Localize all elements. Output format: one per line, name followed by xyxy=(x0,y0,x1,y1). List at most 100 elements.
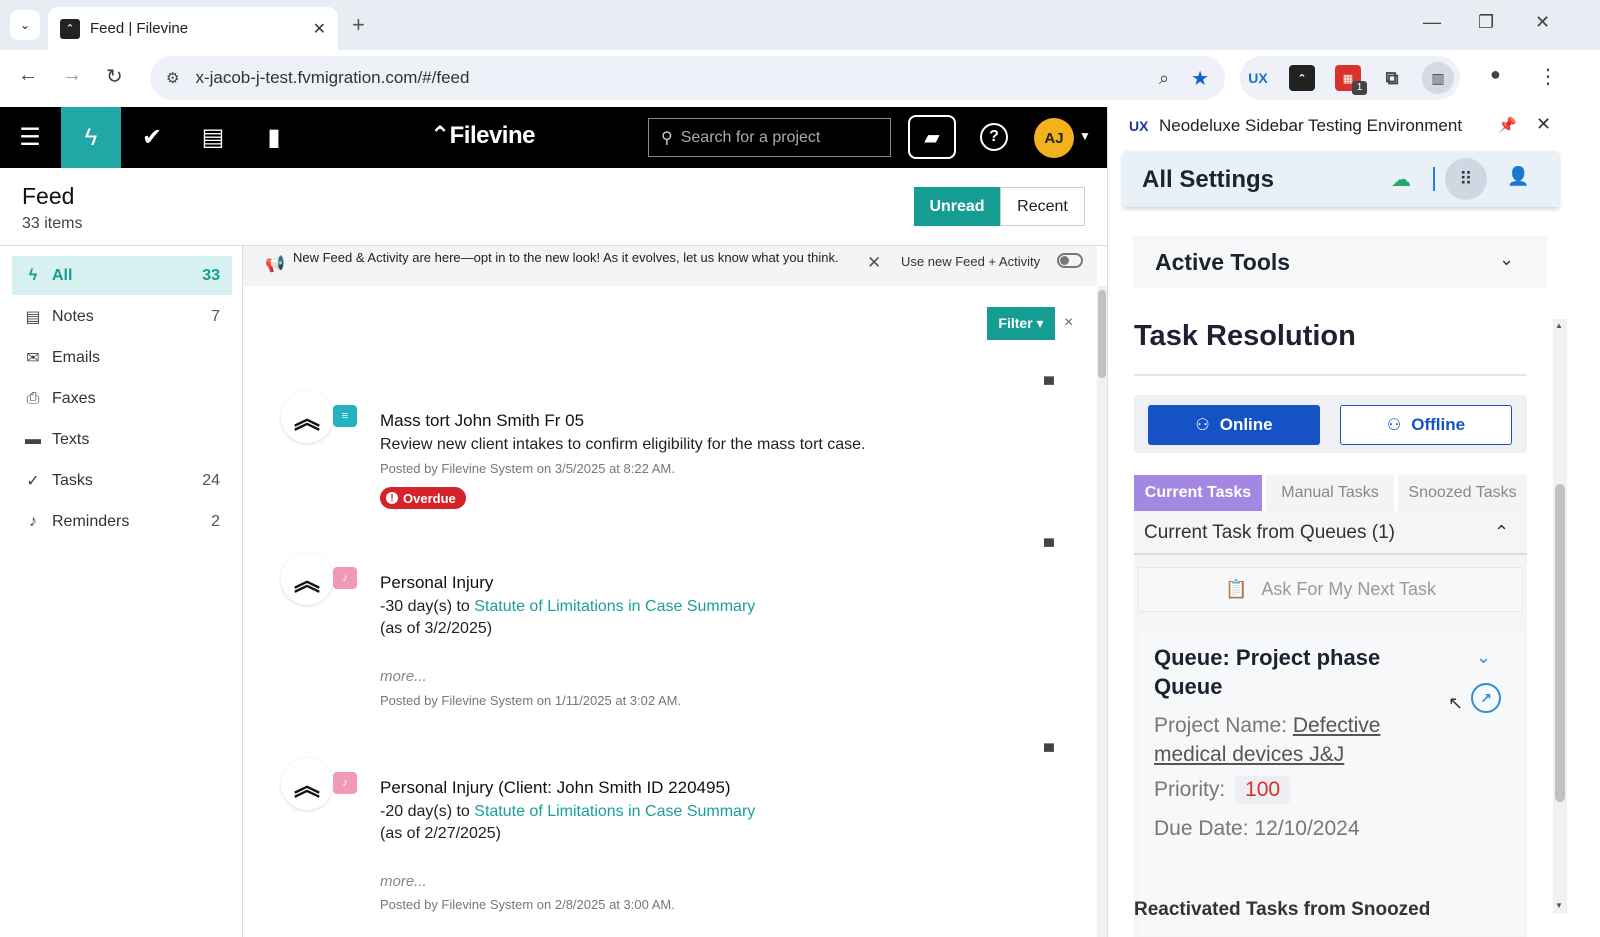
user-profile-icon[interactable]: 👤 xyxy=(1507,166,1529,187)
tab-current-tasks[interactable]: Current Tasks xyxy=(1134,475,1262,511)
nav-item-tasks[interactable]: ✓ Tasks 24 xyxy=(12,461,232,500)
filter-clear-icon[interactable]: × xyxy=(1064,314,1073,332)
question-icon: ? xyxy=(989,128,999,145)
filter-button[interactable]: Filter ▾ xyxy=(987,307,1055,340)
feed-item-title[interactable]: Mass tort John Smith Fr 05 xyxy=(380,411,584,431)
chevron-up-icon[interactable]: ⌃ xyxy=(1494,522,1509,543)
active-tools-title: Active Tools xyxy=(1155,249,1291,275)
window-restore-icon[interactable]: ❐ xyxy=(1478,12,1494,33)
days-text: -30 day(s) to xyxy=(380,598,475,615)
filevine-logo[interactable]: ⌃Filevine xyxy=(430,121,535,150)
ask-next-task-button[interactable]: 📋 Ask For My Next Task xyxy=(1138,567,1523,612)
divider xyxy=(1134,374,1527,376)
feed-item-body: Review new client intakes to confirm eli… xyxy=(380,436,866,453)
more-link[interactable]: more... xyxy=(380,873,427,890)
hamburger-menu-icon[interactable]: ☰ xyxy=(0,107,60,168)
offline-label: Offline xyxy=(1411,415,1466,434)
tab-close-icon[interactable]: ✕ xyxy=(313,19,326,39)
feed-filter-nav: ϟ All 33 ▤ Notes 7 ✉ Emails ⎙ Faxes ▬ Te… xyxy=(0,246,243,937)
calendar-card-icon[interactable]: ▤ xyxy=(183,107,243,168)
reload-icon[interactable]: ↻ xyxy=(106,64,123,89)
nav-item-texts[interactable]: ▬ Texts xyxy=(12,420,232,459)
back-arrow-icon[interactable]: ← xyxy=(18,64,38,87)
divider xyxy=(1433,167,1435,191)
tab-search-dropdown[interactable]: ⌄ xyxy=(10,10,40,40)
tab-snoozed-tasks[interactable]: Snoozed Tasks xyxy=(1398,475,1527,511)
online-button[interactable]: ⚇ Online xyxy=(1148,405,1320,445)
nav-item-all[interactable]: ϟ All 33 xyxy=(12,256,232,295)
ux-logo: UX xyxy=(1129,118,1149,134)
online-label: Online xyxy=(1219,415,1273,434)
active-tools-accordion[interactable]: Active Tools ⌄ xyxy=(1133,236,1547,288)
browser-navbar: ← → ↻ ⚙ x-jacob-j-test.fvmigration.com/#… xyxy=(0,50,1600,107)
cloud-sync-icon[interactable]: ☁ xyxy=(1391,167,1411,192)
profile-avatar-icon[interactable]: ● xyxy=(1490,64,1501,85)
chevron-down-icon[interactable]: ⌄ xyxy=(1499,249,1514,270)
scrollbar-thumb[interactable] xyxy=(1555,484,1565,802)
priority-label: Priority: xyxy=(1154,778,1232,801)
nav-item-emails[interactable]: ✉ Emails xyxy=(12,338,232,377)
feed-item-meta: Posted by Filevine System on 2/8/2025 at… xyxy=(380,897,675,912)
archive-icon[interactable]: ▀ xyxy=(1044,538,1054,554)
archive-icon[interactable]: ▀ xyxy=(1044,743,1054,759)
project-name-label: Project Name: xyxy=(1154,714,1293,737)
feed-item-title[interactable]: Personal Injury (Client: John Smith ID 2… xyxy=(380,778,731,798)
nav-item-reminders[interactable]: ♪ Reminders 2 xyxy=(12,502,232,541)
more-link[interactable]: more... xyxy=(380,668,427,685)
tab-title: Feed | Filevine xyxy=(90,20,189,37)
caret-down-icon[interactable]: ▼ xyxy=(1079,129,1091,143)
nav-count: 7 xyxy=(211,307,220,325)
status-toggle-group: ⚇ Online ⚇ Offline xyxy=(1134,395,1527,453)
window-minimize-icon[interactable]: — xyxy=(1423,12,1441,33)
url-text[interactable]: x-jacob-j-test.fvmigration.com/#/feed xyxy=(195,68,1159,88)
user-avatar[interactable]: AJ xyxy=(1034,118,1074,158)
scrollbar-thumb[interactable] xyxy=(1098,290,1106,378)
nav-label: Emails xyxy=(52,348,101,366)
logo-text: Filevine xyxy=(449,122,536,149)
statute-link[interactable]: Statute of Limitations in Case Summary xyxy=(474,803,755,820)
browser-menu-icon[interactable]: ⋮ xyxy=(1538,64,1558,89)
new-feed-toggle[interactable] xyxy=(1057,253,1083,268)
feed-bolt-icon[interactable]: ϟ xyxy=(61,107,121,168)
project-search-input[interactable]: ⚲ Search for a project xyxy=(648,118,891,157)
address-bar[interactable]: ⚙ x-jacob-j-test.fvmigration.com/#/feed … xyxy=(150,56,1225,100)
ux-extension-icon[interactable]: UX xyxy=(1245,65,1271,91)
help-button[interactable]: ? xyxy=(980,123,1008,151)
tab-manual-tasks[interactable]: Manual Tasks xyxy=(1266,475,1394,511)
tasks-check-icon[interactable]: ✔ xyxy=(122,107,182,168)
person-online-icon: ⚇ xyxy=(1195,417,1210,434)
filevine-extension-icon[interactable]: ⌃ xyxy=(1289,65,1315,91)
pin-icon[interactable]: 📌 xyxy=(1498,116,1517,134)
sidebar-close-icon[interactable]: ✕ xyxy=(1536,114,1551,135)
unread-toggle-button[interactable]: Unread xyxy=(914,187,1000,226)
forward-arrow-icon[interactable]: → xyxy=(62,64,82,87)
zoom-icon[interactable]: ⌕ xyxy=(1159,68,1169,89)
feed-item-body: -20 day(s) to Statute of Limitations in … xyxy=(380,803,755,821)
reactivated-section-title[interactable]: Reactivated Tasks from Snoozed xyxy=(1134,899,1527,921)
offline-button[interactable]: ⚇ Offline xyxy=(1340,405,1512,445)
scroll-up-icon[interactable]: ▲ xyxy=(1555,321,1563,330)
scroll-down-icon[interactable]: ▼ xyxy=(1555,901,1563,910)
open-external-icon[interactable]: ↗ xyxy=(1471,683,1501,713)
feed-scrollbar[interactable] xyxy=(1097,286,1107,937)
projects-briefcase-icon[interactable]: ▮ xyxy=(244,107,304,168)
statute-link[interactable]: Statute of Limitations in Case Summary xyxy=(474,598,755,615)
queue-section-header[interactable]: Current Task from Queues (1) ⌃ xyxy=(1134,511,1527,555)
browser-tab-active[interactable]: ⌃ Feed | Filevine ✕ xyxy=(48,7,338,50)
sidebar-scrollbar[interactable]: ▲ ▼ xyxy=(1553,319,1567,914)
nav-item-notes[interactable]: ▤ Notes 7 xyxy=(12,297,232,336)
puzzle-extension-icon[interactable]: ⧉ xyxy=(1379,65,1405,91)
bookmark-star-icon[interactable]: ★ xyxy=(1191,66,1209,91)
archive-icon[interactable]: ▀ xyxy=(1044,376,1054,392)
new-tab-button[interactable]: + xyxy=(352,12,365,38)
chat-button[interactable]: ▰ xyxy=(908,115,956,159)
nav-item-faxes[interactable]: ⎙ Faxes xyxy=(12,379,232,418)
site-settings-icon[interactable]: ⚙ xyxy=(166,69,179,87)
feed-item-title[interactable]: Personal Injury xyxy=(380,573,493,593)
recent-toggle-button[interactable]: Recent xyxy=(1000,187,1085,226)
window-close-icon[interactable]: ✕ xyxy=(1535,12,1550,33)
chevron-down-icon[interactable]: ⌄ xyxy=(1476,647,1491,668)
feed-item-meta: Posted by Filevine System on 3/5/2025 at… xyxy=(380,461,675,476)
apps-grid-icon[interactable]: ⠿ xyxy=(1445,158,1487,200)
side-panel-icon[interactable]: ▥ xyxy=(1422,62,1454,94)
